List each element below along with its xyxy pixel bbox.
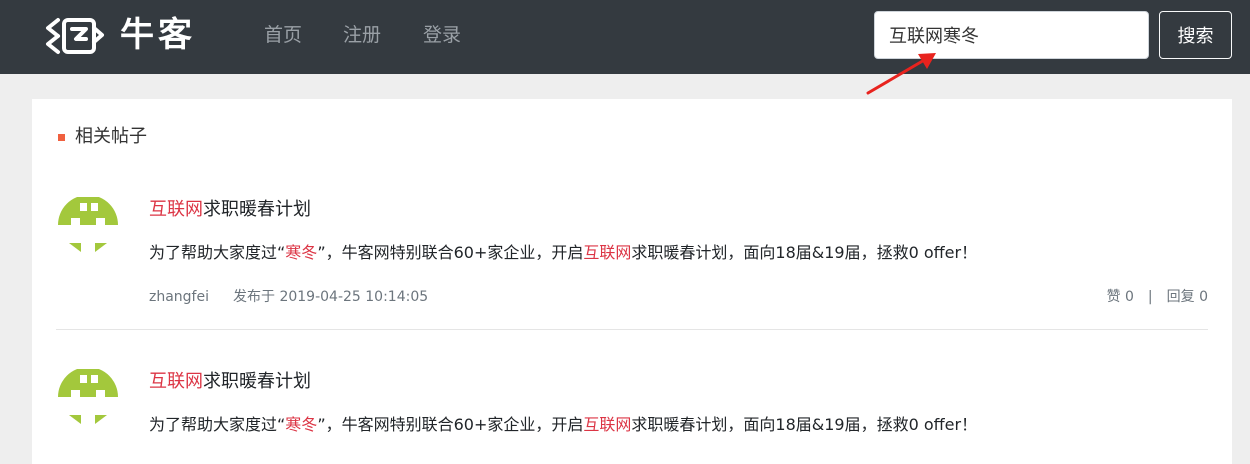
nav-link-login[interactable]: 登录: [423, 22, 461, 48]
post-excerpt-highlight: 互联网: [583, 415, 632, 434]
avatar[interactable]: [56, 197, 120, 261]
post-meta: zhangfei 发布于 2019-04-25 10:14:05: [149, 287, 428, 307]
post-author[interactable]: zhangfei: [149, 289, 209, 305]
post-timestamp: 发布于 2019-04-25 10:14:05: [233, 289, 429, 305]
post-title-text: 求职暖春计划: [203, 199, 311, 220]
post-stats: 赞 0 | 回复 0: [1107, 287, 1208, 307]
section-header: 相关帖子: [58, 125, 147, 149]
post-excerpt-text: 求职暖春计划，面向18届&19届，拯救0 offer！: [631, 415, 978, 434]
post-excerpt-text: ”，牛客网特别联合60+家企业，开启: [317, 243, 584, 262]
like-count: 赞 0: [1106, 289, 1134, 305]
post-excerpt-text: 为了帮助大家度过“: [149, 243, 286, 262]
annotation-arrow-icon: [866, 53, 936, 95]
post-title-link[interactable]: 互联网求职暖春计划: [149, 369, 311, 395]
post-title-link[interactable]: 互联网求职暖春计划: [149, 197, 311, 223]
post-title-highlight: 互联网: [149, 371, 203, 392]
post-excerpt-highlight: 寒冬: [285, 243, 318, 262]
section-title: 相关帖子: [75, 126, 147, 147]
logo-text: 牛客: [120, 15, 196, 55]
post-item: 互联网求职暖春计划 为了帮助大家度过“寒冬”，牛客网特别联合60+家企业，开启互…: [56, 197, 1208, 330]
post-excerpt-text: 求职暖春计划，面向18届&19届，拯救0 offer！: [631, 243, 978, 262]
post-title-highlight: 互联网: [149, 199, 203, 220]
post-excerpt-text: 为了帮助大家度过“: [149, 415, 286, 434]
search-button[interactable]: 搜索: [1159, 11, 1232, 59]
site-logo[interactable]: 牛客: [44, 12, 196, 58]
reply-count: 回复 0: [1166, 289, 1208, 305]
post-excerpt: 为了帮助大家度过“寒冬”，牛客网特别联合60+家企业，开启互联网求职暖春计划，面…: [149, 241, 977, 265]
post-excerpt-text: ”，牛客网特别联合60+家企业，开启: [317, 415, 584, 434]
post-excerpt: 为了帮助大家度过“寒冬”，牛客网特别联合60+家企业，开启互联网求职暖春计划，面…: [149, 413, 977, 437]
navbar: 牛客 首页 注册 登录 搜索: [0, 0, 1250, 74]
section-marker-icon: [58, 133, 65, 141]
post-item: 互联网求职暖春计划 为了帮助大家度过“寒冬”，牛客网特别联合60+家企业，开启互…: [56, 369, 1208, 464]
stats-separator: |: [1147, 289, 1153, 305]
post-excerpt-highlight: 互联网: [583, 243, 632, 262]
nav-link-register[interactable]: 注册: [343, 22, 381, 48]
results-card: 相关帖子 互联网求职暖春计划 为了帮助大家度过“寒冬”，牛客网特别联合60+家企…: [32, 99, 1232, 464]
avatar[interactable]: [56, 369, 120, 433]
post-title-text: 求职暖春计划: [203, 371, 311, 392]
nav-link-home[interactable]: 首页: [264, 22, 302, 48]
logo-mark-icon: [46, 18, 104, 54]
post-excerpt-highlight: 寒冬: [285, 415, 318, 434]
